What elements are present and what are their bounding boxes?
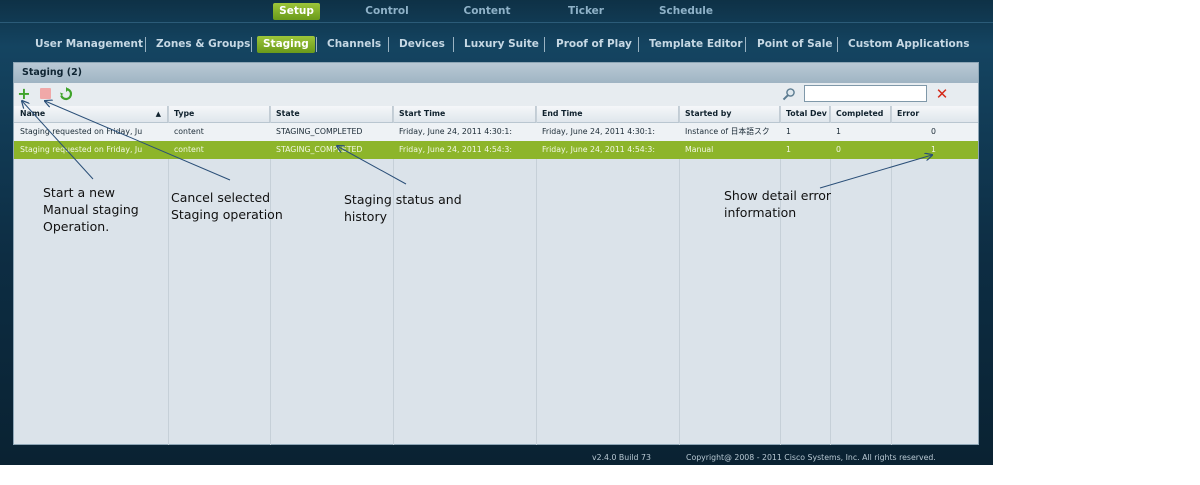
refresh-icon[interactable] (59, 87, 73, 101)
build-version: v2.4.0 Build 73 (592, 453, 651, 462)
stop-icon[interactable] (40, 88, 51, 99)
cell-total-dev: 1 (786, 145, 791, 154)
table-row[interactable]: Staging requested on Friday, Ju content … (14, 123, 978, 141)
cell-end-time: Friday, June 24, 2011 4:30:1: (542, 127, 655, 136)
subnav-separator (316, 37, 317, 52)
column-header-type[interactable]: Type (168, 106, 270, 122)
panel-title: Staging (2) (14, 63, 978, 83)
annotation-start-new: Start a new Manual staging Operation. (43, 185, 139, 234)
cell-end-time: Friday, June 24, 2011 4:54:3: (542, 145, 655, 154)
cell-error[interactable]: 1 (891, 141, 942, 159)
top-nav-schedule[interactable]: Schedule (654, 3, 718, 20)
column-header-total-dev[interactable]: Total Dev (780, 106, 830, 122)
cell-start-time: Friday, June 24, 2011 4:54:3: (399, 145, 512, 154)
subnav-separator (251, 37, 252, 52)
column-header-state[interactable]: State (270, 106, 393, 122)
subnav-separator (745, 37, 746, 52)
cell-completed: 1 (836, 127, 841, 136)
subnav-zones-groups[interactable]: Zones & Groups (156, 36, 250, 53)
annotation-cancel-selected: Cancel selected Staging operation (171, 190, 283, 222)
search-input[interactable] (804, 85, 927, 102)
sort-ascending-icon: ▲ (155, 110, 161, 118)
cell-start-time: Friday, June 24, 2011 4:30:1: (399, 127, 512, 136)
magnifier-icon[interactable] (782, 87, 796, 101)
cell-type: content (174, 127, 204, 136)
top-nav: Setup Control Content Ticker Schedule (0, 0, 993, 22)
subnav-channels[interactable]: Channels (327, 36, 381, 53)
top-nav-control[interactable]: Control (360, 3, 414, 20)
cell-state: STAGING_COMPLETED (276, 127, 363, 136)
column-header-name[interactable]: Name ▲ (14, 106, 168, 122)
subnav-separator (638, 37, 639, 52)
column-header-end-time[interactable]: End Time (536, 106, 679, 122)
column-header-started-by[interactable]: Started by (679, 106, 780, 122)
copyright-text: Copyright@ 2008 - 2011 Cisco Systems, In… (686, 453, 936, 462)
subnav-proof-of-play[interactable]: Proof of Play (556, 36, 632, 53)
cell-type: content (174, 145, 204, 154)
cell-error[interactable]: 0 (891, 123, 942, 141)
subnav-separator (145, 37, 146, 52)
cell-started-by: Instance of 日本語スク (685, 127, 770, 136)
cell-state: STAGING_COMPLETED (276, 145, 363, 154)
toolbar: + ✕ (14, 83, 978, 106)
subnav-separator (544, 37, 545, 52)
staging-panel: Staging (2) + ✕ Name ▲ Type State Start T… (13, 62, 979, 445)
subnav-staging[interactable]: Staging (257, 36, 315, 53)
app-window: Setup Control Content Ticker Schedule Us… (0, 0, 993, 465)
nav-divider (0, 22, 993, 23)
cell-completed: 0 (836, 145, 841, 154)
close-icon[interactable]: ✕ (935, 87, 949, 102)
subnav-separator (388, 37, 389, 52)
subnav-template-editor[interactable]: Template Editor (649, 36, 743, 53)
table-header: Name ▲ Type State Start Time End Time Sta… (14, 106, 978, 123)
subnav-separator (453, 37, 454, 52)
subnav-luxury-suite[interactable]: Luxury Suite (464, 36, 539, 53)
table-rows: Staging requested on Friday, Ju content … (14, 123, 978, 159)
top-nav-ticker[interactable]: Ticker (562, 3, 610, 20)
annotation-show-error: Show detail error information (724, 188, 832, 220)
cell-name: Staging requested on Friday, Ju (20, 145, 143, 154)
table-row-selected[interactable]: Staging requested on Friday, Ju content … (14, 141, 978, 159)
column-header-error[interactable]: Error (891, 106, 978, 122)
plus-icon[interactable]: + (17, 86, 31, 102)
subnav-custom-applications[interactable]: Custom Applications (848, 36, 969, 53)
top-nav-content[interactable]: Content (460, 3, 514, 20)
cell-name: Staging requested on Friday, Ju (20, 127, 143, 136)
cell-started-by: Manual (685, 145, 714, 154)
annotation-staging-status: Staging status and history (344, 192, 462, 224)
subnav-separator (837, 37, 838, 52)
subnav-point-of-sale[interactable]: Point of Sale (757, 36, 832, 53)
subnav-user-management[interactable]: User Management (35, 36, 143, 53)
subnav-devices[interactable]: Devices (399, 36, 445, 53)
top-nav-setup[interactable]: Setup (273, 3, 320, 20)
column-header-completed[interactable]: Completed (830, 106, 891, 122)
column-header-start-time[interactable]: Start Time (393, 106, 536, 122)
cell-total-dev: 1 (786, 127, 791, 136)
